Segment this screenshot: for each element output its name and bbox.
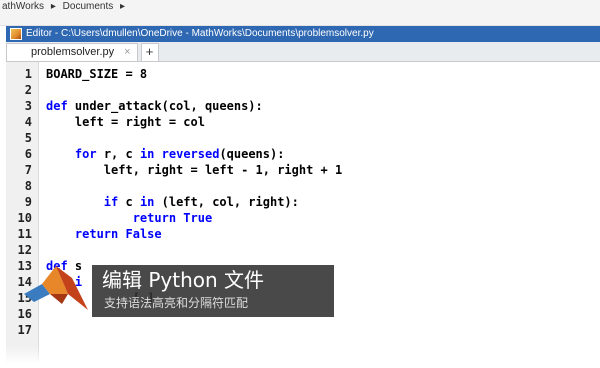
code-token: (left, col, right):	[154, 195, 299, 209]
keyword-token: return	[132, 211, 177, 225]
code-text: left = right = col	[46, 114, 205, 130]
code-line[interactable]: 17	[6, 322, 600, 338]
breadcrumb: athWorks ▸ Documents ▸	[0, 0, 600, 26]
line-number: 3	[24, 99, 32, 113]
code-line[interactable]: 3 def under_attack(col, queens):	[6, 98, 600, 114]
code-token: c	[118, 195, 140, 209]
keyword-token: reversed	[161, 147, 220, 161]
matlab-logo-icon	[24, 266, 88, 310]
line-number: 11	[17, 227, 32, 241]
matlab-editor-icon	[10, 28, 22, 40]
bottom-fade	[0, 346, 600, 368]
line-number: 9	[24, 195, 32, 209]
keyword-token: def	[46, 99, 68, 113]
tab-bar: problemsolver.py × +	[6, 42, 600, 62]
code-token: (queens):	[219, 147, 285, 161]
tab-label: problemsolver.py	[31, 46, 115, 58]
tab-problemsolver[interactable]: problemsolver.py ×	[6, 43, 138, 61]
line-number: 8	[24, 179, 32, 193]
code-line[interactable]: 1 BOARD_SIZE = 8	[6, 66, 600, 82]
editor-title-bar: Editor - C:\Users\dmullen\OneDrive - Mat…	[6, 26, 600, 42]
code-line[interactable]: 12	[6, 242, 600, 258]
caption-title: 编辑 Python 文件	[102, 268, 265, 292]
code-line[interactable]: 8	[6, 178, 600, 194]
line-number: 6	[24, 147, 32, 161]
code-token: r, c	[96, 147, 140, 161]
code-line[interactable]: 11 return False	[6, 226, 600, 242]
code-text: def under_attack(col, queens):	[46, 98, 263, 114]
keyword-token: if	[103, 195, 119, 209]
line-number: 4	[24, 115, 32, 129]
line-number: 10	[17, 211, 32, 225]
code-line[interactable]: 6 for r, c in reversed(queens):	[6, 146, 600, 162]
line-number: 5	[24, 131, 32, 145]
window-title: Editor - C:\Users\dmullen\OneDrive - Mat…	[26, 28, 374, 39]
keyword-token: for	[74, 147, 97, 161]
code-line[interactable]: 7 left, right = left - 1, right + 1	[6, 162, 600, 178]
keyword-token: return	[74, 227, 119, 241]
breadcrumb-separator-icon: ▸	[50, 1, 56, 12]
keyword-token: True	[183, 211, 213, 225]
add-tab-button[interactable]: +	[140, 43, 159, 61]
code-text: left, right = left - 1, right + 1	[46, 162, 342, 178]
code-text: return False	[46, 226, 162, 242]
code-line[interactable]: 2	[6, 82, 600, 98]
code-line[interactable]: 4 left = right = col	[6, 114, 600, 130]
line-number: 7	[24, 163, 32, 177]
line-number: 1	[24, 67, 32, 81]
code-token: BOARD_SIZE = 8	[46, 67, 148, 81]
code-line[interactable]: 10 return True	[6, 210, 600, 226]
code-text: return True	[46, 210, 213, 226]
code-text: for r, c in reversed(queens):	[46, 146, 285, 162]
code-line[interactable]: 9 if c in (left, col, right):	[6, 194, 600, 210]
breadcrumb-item-mathworks[interactable]: athWorks	[2, 1, 44, 12]
line-number: 17	[17, 323, 32, 337]
keyword-token: in	[139, 147, 155, 161]
code-editor[interactable]: 1 BOARD_SIZE = 8 2 3 def under_attack(col, q…	[6, 62, 600, 368]
code-text: if c in (left, col, right):	[46, 194, 299, 210]
code-token: left, right = left - 1, right + 1	[46, 163, 343, 177]
breadcrumb-separator-icon: ▸	[120, 1, 126, 12]
line-number: 2	[24, 83, 32, 97]
code-token: left = right = col	[46, 115, 205, 129]
close-icon[interactable]: ×	[124, 44, 130, 61]
code-line[interactable]: 5	[6, 130, 600, 146]
breadcrumb-item-documents[interactable]: Documents	[63, 1, 114, 12]
keyword-token: in	[139, 195, 155, 209]
line-number: 12	[17, 243, 32, 257]
caption-subtitle: 支持语法高亮和分隔符匹配	[104, 296, 249, 310]
code-text: BOARD_SIZE = 8	[46, 66, 147, 82]
code-token: under_attack(col, queens):	[67, 99, 263, 113]
keyword-token: False	[125, 227, 162, 241]
